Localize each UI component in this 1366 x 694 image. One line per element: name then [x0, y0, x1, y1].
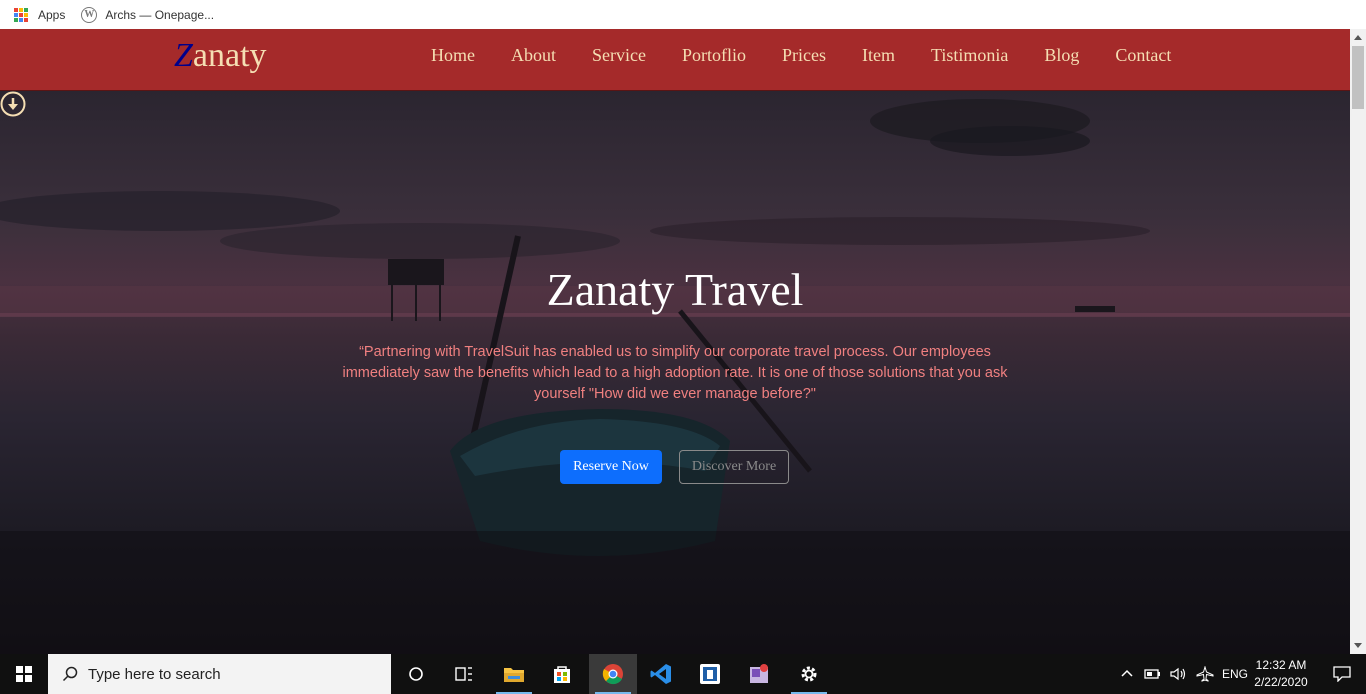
logo-text: anaty	[192, 37, 267, 74]
search-icon	[62, 666, 78, 682]
windows-taskbar: Type here to search ENG 12:32 AM 2/22/20	[0, 654, 1366, 694]
scroll-down-icon[interactable]	[1354, 643, 1362, 648]
scroll-thumb[interactable]	[1352, 46, 1364, 109]
chrome-icon[interactable]	[589, 654, 637, 694]
task-view-icon[interactable]	[440, 654, 488, 694]
apps-grid-icon	[14, 7, 28, 22]
web-page: Zanaty Home About Service Portoflio Pric…	[0, 29, 1350, 654]
bookmark-apps[interactable]: Apps	[14, 5, 65, 25]
hero-content: Zanaty Travel “Partnering with TravelSui…	[0, 91, 1350, 654]
app-icon[interactable]	[686, 654, 734, 694]
vscode-icon[interactable]	[637, 654, 685, 694]
taskbar-search-box[interactable]: Type here to search	[48, 654, 391, 694]
nav-item[interactable]: Item	[862, 45, 895, 66]
notifications-icon[interactable]	[1318, 654, 1366, 694]
bookmarks-bar: Apps W Archs — Onepage...	[0, 0, 1366, 29]
nav-service[interactable]: Service	[592, 45, 646, 66]
bookmark-archs[interactable]: W Archs — Onepage...	[81, 5, 214, 25]
chevron-up-icon[interactable]	[1120, 667, 1134, 681]
navbar: Zanaty Home About Service Portoflio Pric…	[0, 29, 1350, 91]
windows-logo-icon	[16, 666, 32, 682]
page-scrollbar[interactable]	[1350, 29, 1366, 654]
site-logo[interactable]: Zanaty	[174, 37, 267, 75]
nav-testimonial[interactable]: Tistimonia	[931, 45, 1008, 66]
discover-more-button[interactable]: Discover More	[679, 450, 789, 484]
start-button[interactable]	[0, 654, 48, 694]
scroll-up-icon[interactable]	[1354, 35, 1362, 40]
nav-portfolio[interactable]: Portoflio	[682, 45, 746, 66]
store-icon[interactable]	[538, 654, 586, 694]
paint-icon[interactable]	[735, 654, 783, 694]
bookmark-label: Apps	[38, 7, 66, 22]
clock-time: 12:32 AM	[1255, 658, 1307, 672]
nav-home[interactable]: Home	[431, 45, 475, 66]
reserve-now-button[interactable]: Reserve Now	[560, 450, 662, 484]
nav-prices[interactable]: Prices	[782, 45, 826, 66]
arrow-down-circle-icon[interactable]	[0, 91, 26, 117]
clock-date: 2/22/2020	[1254, 675, 1308, 689]
cortana-icon[interactable]	[392, 654, 440, 694]
clock[interactable]: 12:32 AM 2/22/2020	[1244, 657, 1318, 691]
airplane-mode-icon[interactable]	[1196, 666, 1214, 682]
hero-section: Zanaty Travel “Partnering with TravelSui…	[0, 91, 1350, 654]
settings-icon[interactable]	[785, 654, 833, 694]
search-placeholder: Type here to search	[88, 665, 221, 683]
bookmark-label: Archs — Onepage...	[105, 7, 215, 22]
logo-initial: Z	[174, 37, 193, 74]
nav-contact[interactable]: Contact	[1115, 45, 1171, 66]
main-nav: Home About Service Portoflio Prices Item…	[431, 45, 1207, 66]
wordpress-icon: W	[81, 6, 98, 23]
file-explorer-icon[interactable]	[490, 654, 538, 694]
system-tray: ENG	[1120, 654, 1248, 694]
hero-title: Zanaty Travel	[546, 264, 804, 315]
volume-icon[interactable]	[1170, 667, 1188, 681]
hero-quote: “Partnering with TravelSuit has enabled …	[342, 344, 1008, 402]
battery-icon[interactable]	[1144, 668, 1162, 680]
nav-about[interactable]: About	[511, 45, 556, 66]
nav-blog[interactable]: Blog	[1044, 45, 1079, 66]
